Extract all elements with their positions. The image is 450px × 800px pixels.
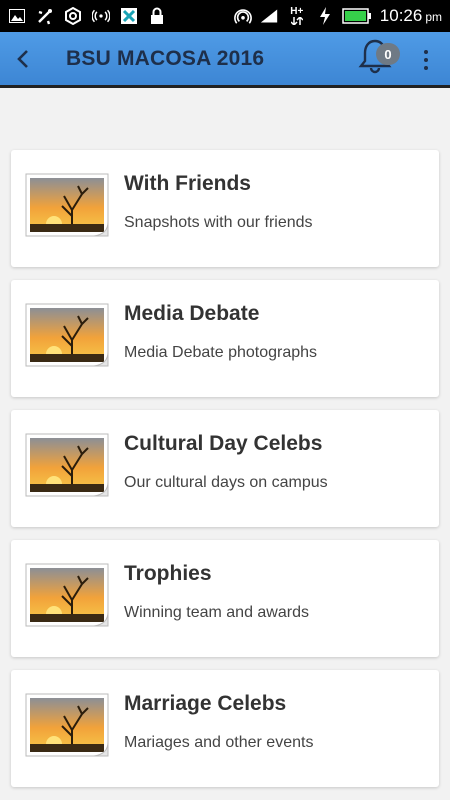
photo-thumbnail-icon [25, 693, 109, 757]
back-button[interactable] [0, 31, 46, 87]
clock-ampm: pm [425, 10, 442, 24]
album-subtitle: Snapshots with our friends [124, 214, 313, 231]
overflow-dot [424, 58, 428, 62]
notification-count-badge: 0 [376, 43, 400, 65]
overflow-dot [424, 50, 428, 54]
album-subtitle: Our cultural days on campus [124, 474, 328, 491]
album-item-marriage-celebs[interactable]: Marriage Celebs Mariages and other event… [11, 670, 439, 787]
status-bar: H+ 10:26 pm [0, 0, 450, 32]
photo-thumbnail-icon [25, 173, 109, 237]
sync-icon [64, 7, 82, 25]
album-title: Trophies [124, 562, 212, 585]
photo-thumbnail-icon [25, 563, 109, 627]
signal-icon [260, 7, 278, 25]
app-icon [120, 7, 138, 25]
album-item-media-debate[interactable]: Media Debate Media Debate photographs [11, 280, 439, 397]
album-title: Cultural Day Celebs [124, 432, 323, 455]
album-item-with-friends[interactable]: With Friends Snapshots with our friends [11, 150, 439, 267]
photo-thumbnail-icon [25, 303, 109, 367]
lock-icon [148, 7, 166, 25]
hotspot-icon [233, 7, 252, 25]
status-icons-right: H+ 10:26 pm [233, 6, 442, 26]
album-title: Marriage Celebs [124, 692, 287, 715]
album-item-trophies[interactable]: Trophies Winning team and awards [11, 540, 439, 657]
battery-icon [342, 7, 372, 25]
charging-icon [316, 7, 334, 25]
overflow-dot [424, 66, 428, 70]
back-arrow-icon [17, 49, 28, 68]
page-title: BSU MACOSA 2016 [66, 46, 265, 70]
album-subtitle: Media Debate photographs [124, 344, 318, 361]
notifications-button[interactable]: 0 [358, 38, 404, 78]
data-icon: H+ [286, 7, 308, 25]
album-title: Media Debate [124, 302, 260, 325]
status-icons-left [8, 7, 166, 25]
photo-thumbnail-icon [25, 433, 109, 497]
album-subtitle: Mariages and other events [124, 734, 314, 751]
clock: 10:26 pm [380, 6, 442, 26]
image-icon [8, 7, 26, 25]
app-bar: BSU MACOSA 2016 0 [0, 32, 450, 88]
album-title: With Friends [124, 172, 251, 195]
usb-icon [36, 7, 54, 25]
network-type-label: H+ [290, 6, 304, 17]
album-item-cultural-day-celebs[interactable]: Cultural Day Celebs Our cultural days on… [11, 410, 439, 527]
broadcast-icon [92, 7, 110, 25]
overflow-menu-button[interactable] [418, 42, 434, 78]
album-subtitle: Winning team and awards [124, 604, 309, 621]
clock-time: 10:26 [379, 6, 423, 25]
